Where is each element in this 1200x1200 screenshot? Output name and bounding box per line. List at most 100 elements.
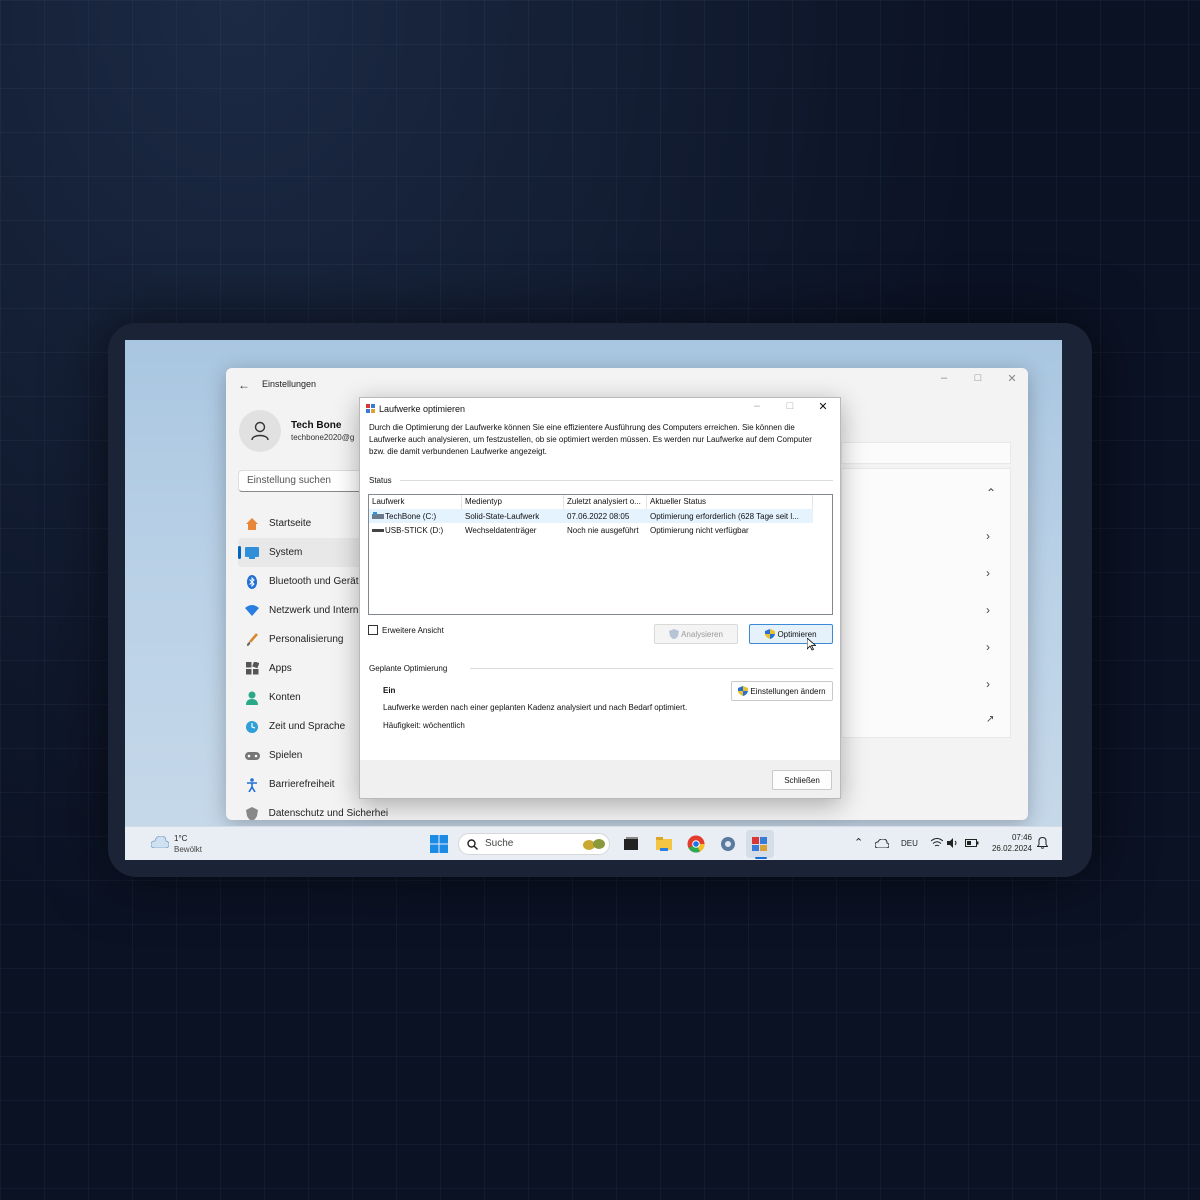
home-icon: [244, 516, 260, 532]
back-arrow-icon[interactable]: ←: [238, 378, 250, 392]
settings-title: Einstellungen: [262, 379, 317, 389]
taskbar-search-input[interactable]: Suche: [458, 833, 610, 855]
optimize-drives-dialog: Laufwerke optimieren – □ ✕ Durch die Opt…: [359, 397, 841, 799]
nav-label: Konten: [269, 692, 301, 703]
brush-icon: [244, 632, 260, 648]
settings-gear-icon[interactable]: [719, 835, 737, 853]
drive-media: Solid-State-Laufwerk: [465, 511, 540, 521]
advanced-view-label: Erweitere Ansicht: [382, 626, 444, 635]
advanced-view-checkbox[interactable]: [368, 625, 378, 635]
nav-item-datenschutz[interactable]: Datenschutz und Sicherheit: [238, 799, 388, 820]
avatar[interactable]: [239, 410, 281, 452]
change-settings-button[interactable]: Einstellungen ändern: [731, 681, 833, 701]
column-header[interactable]: Medientyp: [462, 495, 564, 509]
close-icon[interactable]: ✕: [808, 400, 838, 418]
scheduled-state: Ein: [383, 686, 396, 695]
onedrive-cloud-icon[interactable]: [875, 839, 889, 848]
wifi-icon: [244, 603, 260, 619]
nav-label: Personalisierung: [269, 634, 344, 645]
drive-name: TechBone (C:): [369, 512, 462, 521]
nav-label: Startseite: [269, 518, 312, 529]
globe-clock-icon: [244, 719, 260, 735]
accessibility-icon: [244, 777, 260, 793]
wifi-icon[interactable]: [931, 838, 943, 848]
divider: [400, 480, 833, 481]
dialog-description: Durch die Optimierung der Laufwerke könn…: [369, 423, 812, 456]
speaker-icon[interactable]: [947, 838, 959, 848]
close-icon[interactable]: ✕: [1000, 372, 1024, 385]
chevron-right-icon[interactable]: ›: [986, 566, 990, 580]
analyze-button[interactable]: Analysieren: [654, 624, 738, 644]
drive-status: Optimierung erforderlich (628 Tage seit …: [650, 511, 799, 521]
drives-list[interactable]: Laufwerk Medientyp Zuletzt analysiert o.…: [368, 494, 833, 615]
notification-bell-icon[interactable]: [1037, 837, 1048, 849]
drive-status: Optimierung nicht verfügbar: [650, 525, 749, 535]
uac-shield-icon: [765, 629, 776, 639]
chrome-icon[interactable]: [687, 835, 705, 853]
drive-last-analyzed: Noch nie ausgeführt: [567, 525, 639, 535]
column-header[interactable]: Zuletzt analysiert o...: [564, 495, 647, 509]
mouse-cursor-icon: [807, 638, 816, 651]
nav-label: System: [269, 547, 303, 558]
user-name: Tech Bone: [291, 420, 342, 431]
column-header[interactable]: Aktueller Status: [647, 495, 813, 509]
defrag-app-icon[interactable]: [751, 835, 769, 853]
taskbar: 1°C Bewölkt Suche ⌃ DEU 07:46 26.02.2024: [125, 826, 1062, 860]
chevron-up-icon[interactable]: ⌃: [854, 836, 863, 849]
dialog-titlebar: Laufwerke optimieren – □ ✕: [360, 398, 840, 420]
external-link-icon[interactable]: ↗: [986, 714, 994, 725]
apps-icon: [244, 661, 260, 677]
minimize-icon[interactable]: –: [742, 400, 772, 418]
file-explorer-icon[interactable]: [655, 835, 673, 853]
language-indicator[interactable]: DEU: [901, 839, 918, 848]
uac-shield-icon: [669, 629, 680, 639]
search-highlight-icon: [583, 839, 605, 850]
chevron-up-icon[interactable]: ⌃: [986, 486, 996, 500]
defrag-app-icon: [366, 404, 375, 413]
column-header[interactable]: Laufwerk: [369, 495, 462, 509]
shield-icon: [244, 806, 260, 820]
close-button[interactable]: Schließen: [772, 770, 832, 790]
settings-titlebar: ← Einstellungen – □ ✕: [226, 368, 1028, 400]
dialog-title: Laufwerke optimieren: [379, 404, 466, 414]
ssd-drive-icon: [372, 512, 384, 519]
drive-row[interactable]: TechBone (C:) Solid-State-Laufwerk 07.06…: [369, 509, 813, 523]
minimize-icon[interactable]: –: [932, 372, 956, 384]
nav-label: Datenschutz und Sicherheit: [268, 808, 388, 819]
optimize-button[interactable]: Optimieren: [749, 624, 833, 644]
scheduled-frequency: Häufigkeit: wöchentlich: [383, 721, 465, 730]
nav-label: Bluetooth und Gerät: [269, 576, 359, 587]
search-icon: [467, 839, 478, 850]
search-placeholder: Suche: [485, 838, 514, 849]
settings-card[interactable]: [841, 442, 1011, 464]
task-view-icon[interactable]: [622, 835, 640, 853]
cloud-icon[interactable]: [151, 836, 169, 848]
nav-label: Netzwerk und Intern: [269, 605, 359, 616]
chevron-right-icon[interactable]: ›: [986, 677, 990, 691]
drive-row[interactable]: USB-STICK (D:) Wechseldatenträger Noch n…: [369, 523, 832, 537]
gamepad-icon: [244, 748, 260, 764]
clock-date[interactable]: 26.02.2024: [988, 844, 1032, 853]
drive-last-analyzed: 07.06.2022 08:05: [567, 511, 630, 521]
bluetooth-icon: [244, 574, 260, 590]
maximize-icon: □: [786, 400, 794, 412]
weather-temp[interactable]: 1°C: [174, 834, 187, 843]
uac-shield-icon: [738, 686, 749, 696]
chevron-right-icon[interactable]: ›: [986, 603, 990, 617]
maximize-icon[interactable]: □: [966, 372, 990, 384]
clock-time[interactable]: 07:46: [988, 833, 1032, 842]
chevron-right-icon[interactable]: ›: [986, 640, 990, 654]
windows-start-icon[interactable]: [430, 835, 448, 853]
dialog-footer: Schließen: [360, 760, 840, 798]
weather-desc[interactable]: Bewölkt: [174, 845, 202, 854]
drive-media: Wechseldatenträger: [465, 525, 537, 535]
battery-icon[interactable]: [965, 839, 979, 847]
chevron-right-icon[interactable]: ›: [986, 529, 990, 543]
nav-label: Zeit und Sprache: [269, 721, 346, 732]
nav-label: Apps: [269, 663, 292, 674]
system-icon: [244, 545, 260, 561]
drive-name: USB-STICK (D:): [369, 526, 462, 535]
scheduled-group-label: Geplante Optimierung: [369, 664, 448, 673]
desktop-screen: ← Einstellungen – □ ✕ Tech Bone techbone…: [125, 340, 1062, 860]
nav-label: Barrierefreiheit: [269, 779, 335, 790]
